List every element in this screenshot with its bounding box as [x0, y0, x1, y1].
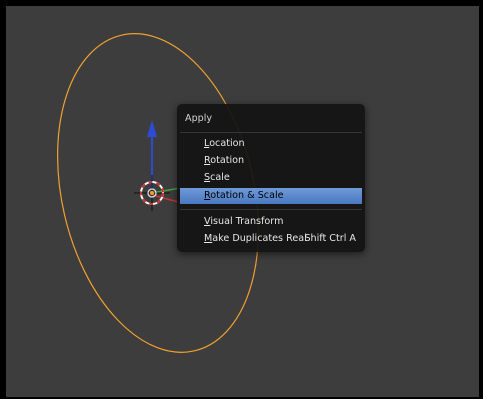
menu-item-label: Make Duplicates Real [204, 233, 307, 244]
menu-item-shortcut: Shift Ctrl A [304, 233, 356, 244]
menu-item-label: Rotation & Scale [204, 190, 284, 201]
menu-item-label: Rotation [204, 155, 245, 166]
menu-item-rotation-and-scale[interactable]: Rotation & Scale [180, 188, 362, 204]
menu-item-label: Scale [204, 172, 230, 183]
menu-title: Apply [185, 113, 213, 124]
menu-item-scale[interactable]: Scale [180, 170, 362, 186]
z-axis-arrow-head[interactable] [147, 120, 157, 137]
3d-viewport[interactable]: Apply Location Rotation Scale Rotation &… [0, 0, 483, 399]
menu-separator [180, 209, 362, 210]
menu-item-make-duplicates-real[interactable]: Make Duplicates Real Shift Ctrl A [180, 231, 362, 247]
menu-item-location[interactable]: Location [180, 136, 362, 152]
menu-item-rotation[interactable]: Rotation [180, 153, 362, 169]
apply-menu: Apply Location Rotation Scale Rotation &… [177, 104, 365, 252]
menu-item-visual-transform[interactable]: Visual Transform [180, 214, 362, 230]
menu-item-label: Location [204, 138, 245, 149]
3d-cursor-icon[interactable] [134, 175, 170, 211]
menu-item-label: Visual Transform [204, 216, 284, 227]
menu-separator [180, 132, 362, 133]
